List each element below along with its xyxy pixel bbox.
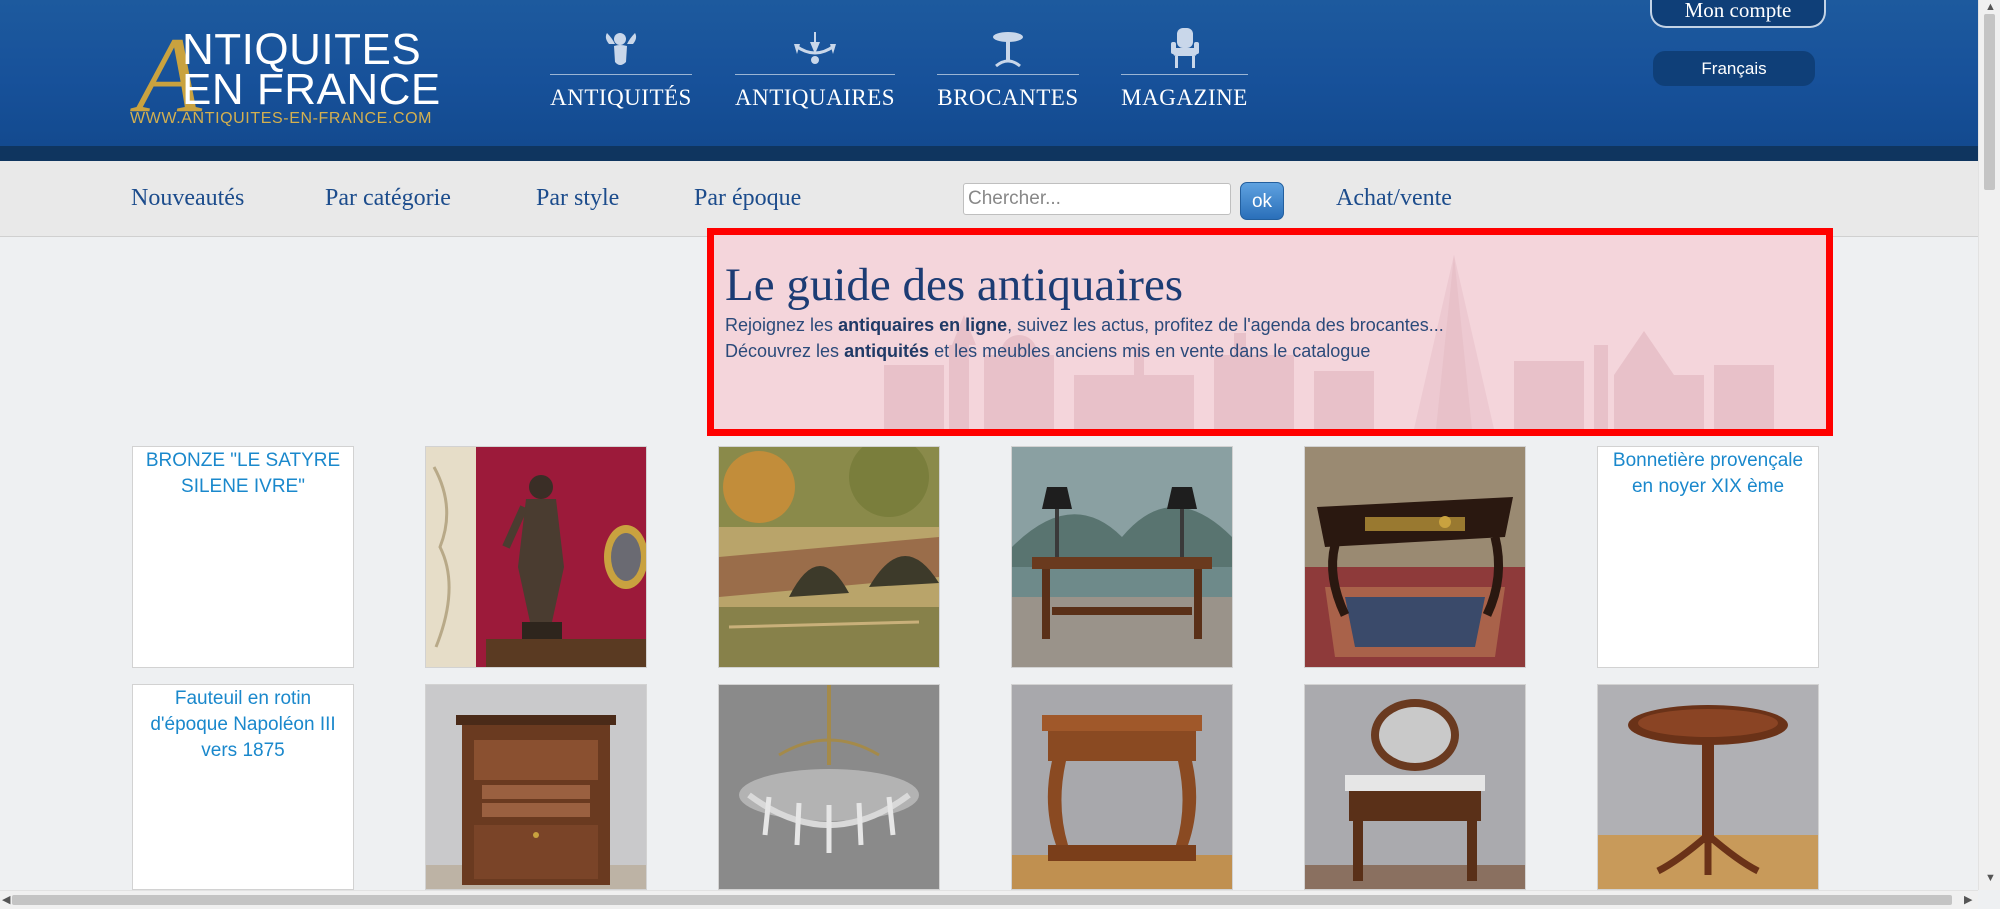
search-button[interactable]: ok [1240,182,1284,220]
louis-xv-desk-photo [1305,447,1525,667]
nav-antiquaires-label: ANTIQUAIRES [735,85,896,110]
header-band [0,146,1978,161]
nav-brocantes-label: BROCANTES [937,85,1079,110]
scroll-left-icon[interactable]: ◀ [2,893,10,906]
product-card[interactable] [1304,684,1526,890]
subnav-par-style[interactable]: Par style [536,185,619,212]
product-card[interactable]: Fauteuil en rotin d'époque Napoléon III … [132,684,354,890]
console-table-photo [1012,685,1232,889]
account-link[interactable]: Mon compte [1650,0,1826,28]
product-card[interactable] [425,684,647,890]
site-header: A NTIQUITES EN FRANCE WWW.ANTIQUITES-EN-… [0,0,1978,146]
crystal-chandelier-photo [719,685,939,889]
dressing-table-photo [1305,685,1525,889]
product-card[interactable] [1597,684,1819,890]
nav-brocantes[interactable]: BROCANTES [937,22,1079,111]
intro-line-1: Rejoignez les antiquaires en ligne, suiv… [725,315,1444,335]
product-card[interactable] [1304,446,1526,668]
scroll-up-icon[interactable]: ▲ [1985,1,1996,13]
bronze-statue-photo [426,447,646,667]
cherub-icon [550,22,692,70]
nav-antiquites-label: ANTIQUITÉS [550,85,692,110]
subnav-par-categorie[interactable]: Par catégorie [325,185,451,212]
armchair-icon [1121,22,1248,70]
language-button[interactable]: Français [1653,51,1815,86]
scroll-down-icon[interactable]: ▼ [1985,872,1996,884]
logo-line2: EN FRANCE [182,65,441,114]
product-card[interactable] [1011,446,1233,668]
search-input[interactable] [963,183,1231,215]
pedestal-table-icon [937,22,1079,70]
sub-navigation: Nouveautés Par catégorie Par style Par é… [0,161,1978,237]
nav-antiquites[interactable]: ANTIQUITÉS [550,22,692,111]
product-card[interactable] [425,446,647,668]
intro-line-2: Découvrez les antiquités et les meubles … [725,341,1371,361]
vertical-scrollbar[interactable]: ▲ ▼ [1978,0,2000,890]
subnav-achat-vente[interactable]: Achat/vente [1336,185,1452,212]
vertical-scroll-thumb[interactable] [1984,14,1995,190]
subnav-nouveautes[interactable]: Nouveautés [131,185,244,212]
bridge-painting-photo [719,447,939,667]
intro-banner: Le guide des antiquaires Rejoignez les a… [707,228,1833,436]
scroll-right-icon[interactable]: ▶ [1964,893,1972,906]
product-card[interactable]: BRONZE "LE SATYRE SILENE IVRE" [132,446,354,668]
product-card[interactable] [718,684,940,890]
horizontal-scrollbar[interactable]: ◀ ▶ [0,890,1978,909]
intro-title: Le guide des antiquaires [725,259,1184,311]
link-antiquaires-en-ligne[interactable]: antiquaires en ligne [838,315,1007,335]
site-logo[interactable]: A NTIQUITES EN FRANCE WWW.ANTIQUITES-EN-… [130,22,450,132]
nav-magazine[interactable]: MAGAZINE [1121,22,1248,111]
secretary-cabinet-photo [426,685,646,889]
nav-antiquaires[interactable]: ANTIQUAIRES [735,22,895,111]
horizontal-scroll-thumb[interactable] [12,895,1952,905]
table-with-lamps-photo [1012,447,1232,667]
nav-magazine-label: MAGAZINE [1121,85,1248,110]
subnav-par-epoque[interactable]: Par époque [694,185,801,212]
product-card[interactable] [1011,684,1233,890]
chandelier-icon [735,22,895,70]
product-card[interactable]: Bonnetière provençale en noyer XIX ème [1597,446,1819,668]
logo-url: WWW.ANTIQUITES-EN-FRANCE.COM [130,110,433,127]
link-antiquites[interactable]: antiquités [844,341,929,361]
pedestal-table-photo [1598,685,1818,889]
product-card[interactable] [718,446,940,668]
